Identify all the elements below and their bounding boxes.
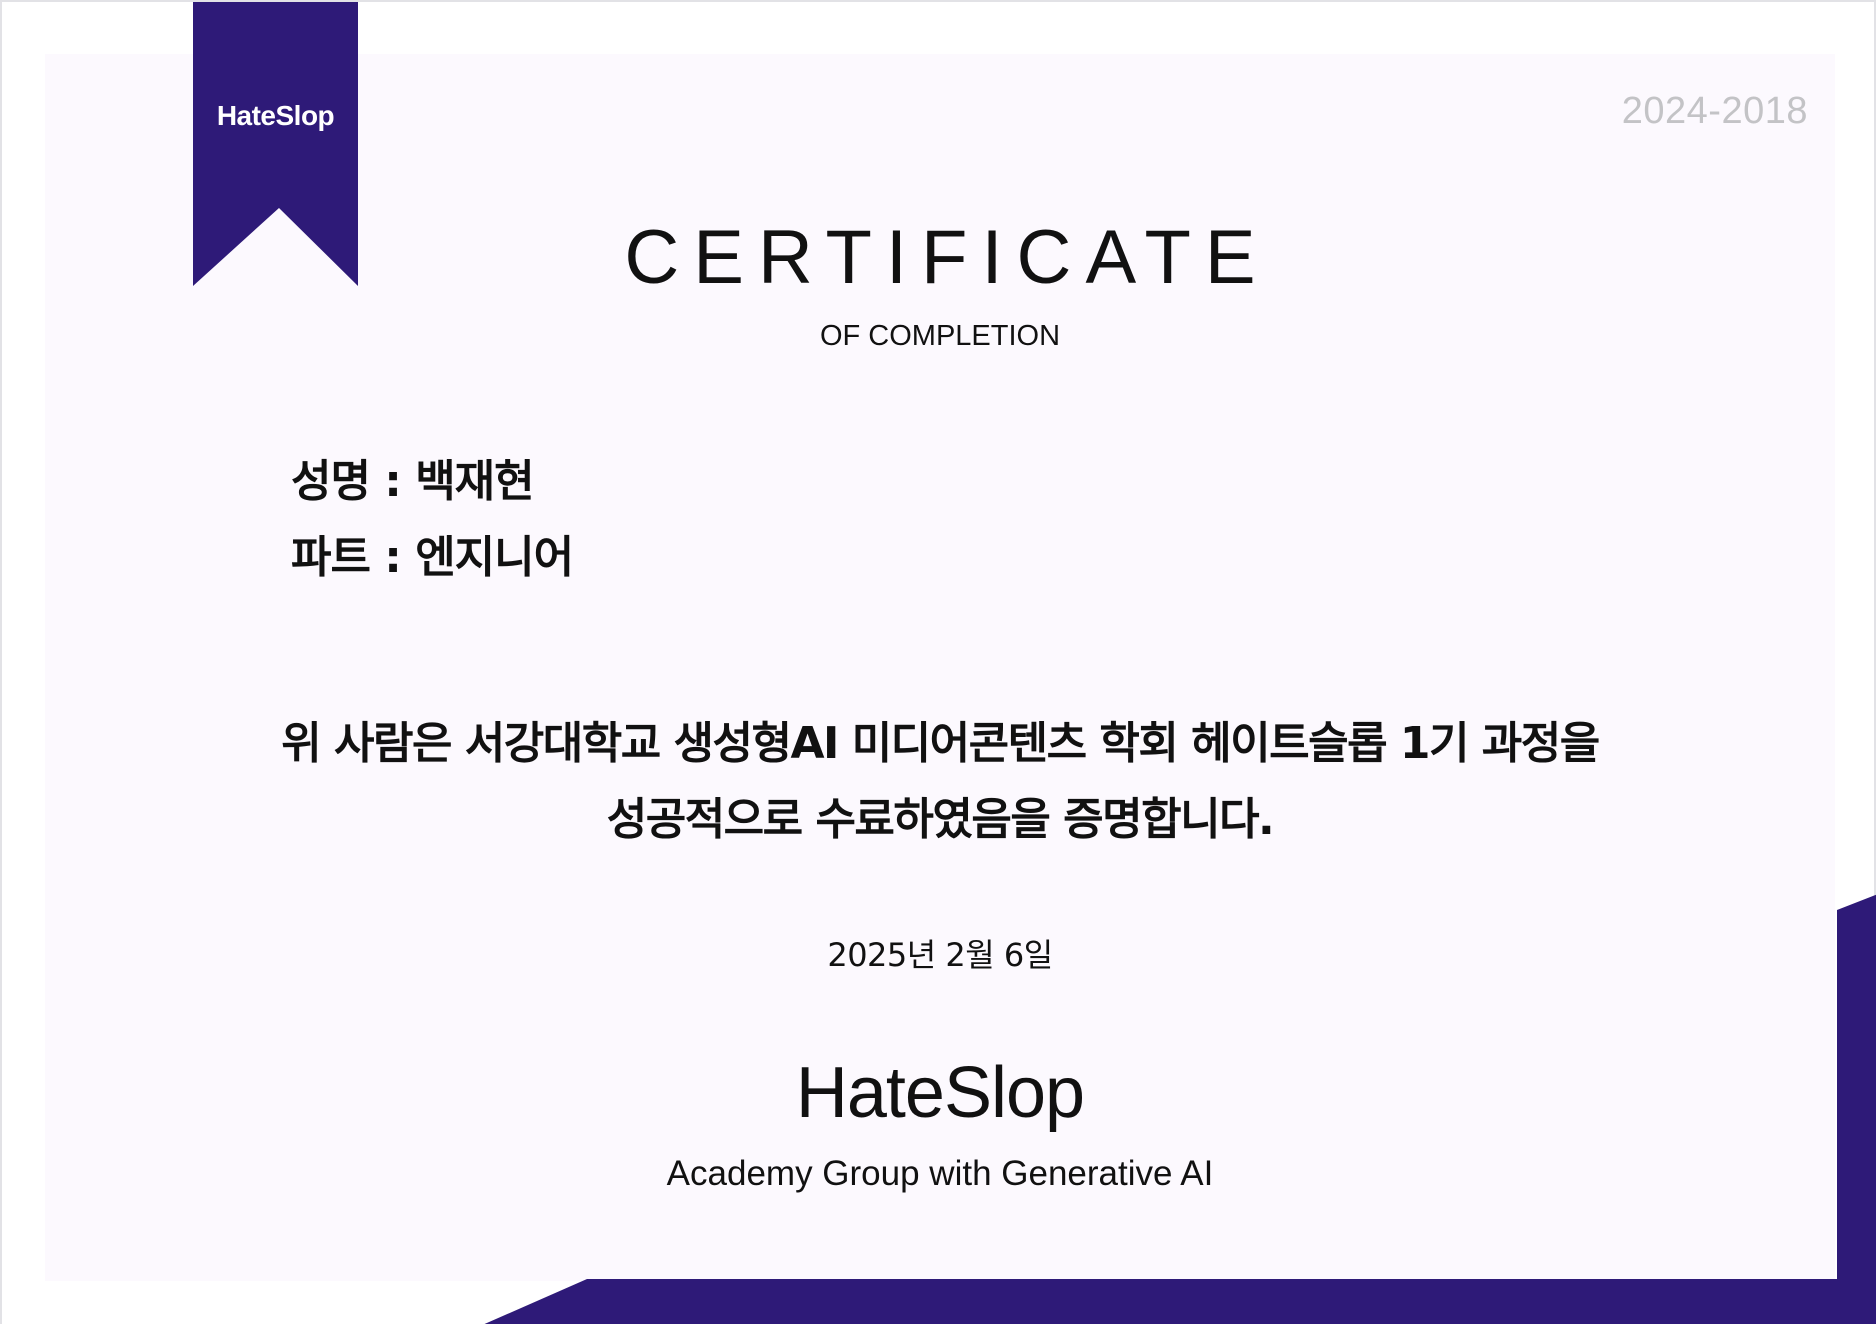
- year-range: 2024-2018: [1621, 90, 1808, 132]
- statement-line-2: 성공적으로 수료하였음을 증명합니다.: [606, 794, 1275, 845]
- completion-statement: 위 사람은 서강대학교 생성형AI 미디어콘텐츠 학회 헤이트슬롭 1기 과정을…: [2, 706, 1876, 858]
- footer-brand-name: HateSlop: [795, 1053, 1085, 1133]
- recipient-part: 파트 : 엔지니어: [291, 532, 574, 583]
- certificate-subtitle: OF COMPLETION: [819, 320, 1061, 352]
- footer-brand-tagline: Academy Group with Generative AI: [666, 1154, 1214, 1193]
- certificate-page: HateSlop 2024-2018 CERTIFICATE OF COMPLE…: [0, 0, 1876, 1324]
- ribbon-logo-text: HateSlop: [216, 100, 335, 131]
- recipient-info: 성명 : 백재현 파트 : 엔지니어: [291, 444, 574, 596]
- issue-date: 2025년 2월 6일: [827, 936, 1053, 974]
- recipient-name: 성명 : 백재현: [291, 456, 535, 507]
- statement-line-1: 위 사람은 서강대학교 생성형AI 미디어콘텐츠 학회 헤이트슬롭 1기 과정을: [281, 718, 1600, 769]
- certificate-title: CERTIFICATE: [624, 215, 1270, 300]
- bottom-accent-band: [484, 1279, 1876, 1324]
